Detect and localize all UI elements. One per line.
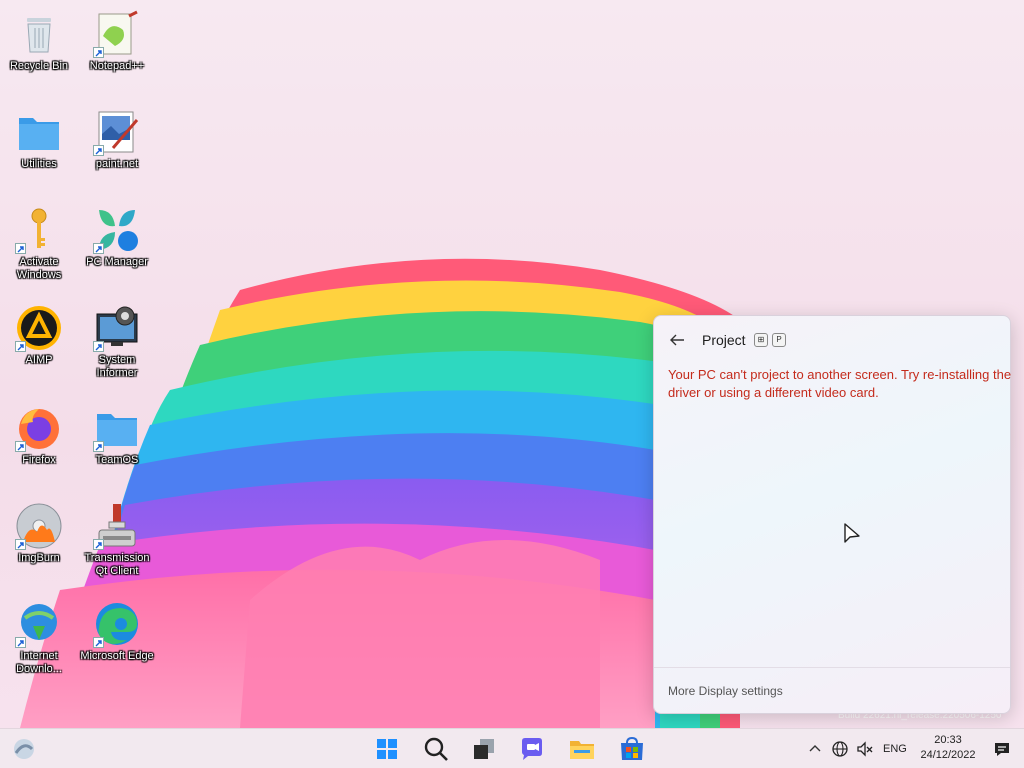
widgets-button[interactable] [10,735,38,763]
recycle-bin-icon [15,10,63,58]
network-button[interactable] [830,739,850,759]
chat-button[interactable] [518,735,546,763]
desktop-icon-transmission[interactable]: Transmission Qt Client [78,502,156,578]
clock-time: 20:33 [934,734,962,746]
desktop-icon-label: Utilities [21,158,57,170]
desktop-icon-imgburn[interactable]: ImgBurn [0,502,78,565]
shortcut-arrow-icon [15,243,26,254]
system-informer-icon [93,304,141,352]
desktop-icon-label: Firefox [22,454,56,466]
pc-manager-icon [93,206,141,254]
desktop-icon-teamos[interactable]: TeamOS [78,404,156,467]
start-button[interactable] [373,735,401,763]
shortcut-arrow-icon [15,341,26,352]
desktop-icon-label: Transmission Qt Client [84,552,150,577]
notepad-plus-plus-icon [93,10,141,58]
desktop-icon-system-informer[interactable]: System Informer [78,304,156,380]
shortcut-arrow-icon [93,341,104,352]
desktop-icon-recycle-bin[interactable]: Recycle Bin [0,10,78,73]
desktop-icon-internet-download-manager[interactable]: Internet Downlo... [0,600,78,676]
chevron-up-icon [809,745,821,752]
chat-icon [522,738,542,760]
taskbar: ENG 20:33 24/12/2022 [0,728,1024,768]
desktop-icon-label: AIMP [25,354,53,366]
shortcut-arrow-icon [15,637,26,648]
desktop-icon-activate-windows[interactable]: Activate Windows [0,206,78,282]
store-icon [621,736,643,760]
notification-center-button[interactable] [992,739,1012,759]
globe-icon [832,741,848,757]
internet-download-manager-icon [15,600,63,648]
desktop-icon-label: Activate Windows [16,256,62,281]
error-message: Your PC can't project to another screen.… [668,367,1012,400]
folder-icon [93,404,141,452]
desktop-icon-label: System Informer [96,354,138,379]
desktop-icon-paint-net[interactable]: paint.net [78,108,156,171]
desktop-icon-label: paint.net [95,158,139,170]
shortcut-arrow-icon [15,539,26,550]
desktop-icon-notepad-plus-plus[interactable]: Notepad++ [78,10,156,73]
paint-net-icon [93,108,141,156]
volume-muted-icon [857,741,873,757]
transmission-icon [93,502,141,550]
mouse-cursor-icon [844,523,860,543]
desktop: Recycle Bin Utilities Activate Windows A… [0,0,1024,728]
more-display-settings-link[interactable]: More Display settings [668,684,783,698]
clock[interactable]: 20:33 24/12/2022 [917,733,979,763]
volume-button[interactable] [855,739,875,759]
desktop-icon-pc-manager[interactable]: PC Manager [78,206,156,269]
store-button[interactable] [618,735,646,763]
desktop-icon-label: Notepad++ [89,60,145,72]
task-view-button[interactable] [470,735,498,763]
p-key-icon: P [772,333,786,347]
show-hidden-icons-button[interactable] [808,739,822,759]
divider [654,667,1010,668]
task-view-icon [474,739,494,759]
folder-icon [15,108,63,156]
desktop-icon-label: Recycle Bin [9,60,69,72]
panel-title: Project [702,332,746,348]
key-icon [15,206,63,254]
shortcut-arrow-icon [93,539,104,550]
project-panel: Project ⊞ P Your PC can't project to ano… [653,315,1011,714]
imgburn-icon [15,502,63,550]
aimp-icon [15,304,63,352]
desktop-icon-microsoft-edge[interactable]: Microsoft Edge [78,600,156,663]
shortcut-arrow-icon [93,243,104,254]
shortcut-arrow-icon [93,441,104,452]
back-button[interactable] [668,332,688,348]
microsoft-edge-icon [93,600,141,648]
language-indicator[interactable]: ENG [883,739,907,759]
widgets-icon [14,739,34,759]
shortcut-arrow-icon [93,47,104,58]
desktop-icon-aimp[interactable]: AIMP [0,304,78,367]
shortcut-arrow-icon [93,145,104,156]
desktop-icon-label: ImgBurn [18,552,60,564]
desktop-icon-label: TeamOS [95,454,139,466]
desktop-icon-firefox[interactable]: Firefox [0,404,78,467]
desktop-icon-label: Microsoft Edge [80,650,154,662]
start-icon [377,739,397,759]
search-icon [424,737,448,761]
windows-key-icon: ⊞ [754,333,768,347]
desktop-icon-utilities[interactable]: Utilities [0,108,78,171]
file-explorer-button[interactable] [568,735,596,763]
file-explorer-icon [570,741,594,759]
desktop-icon-label: PC Manager [86,256,148,268]
search-button[interactable] [422,735,450,763]
clock-date: 24/12/2022 [920,749,976,761]
notification-icon [995,743,1009,756]
shortcut-arrow-icon [15,441,26,452]
firefox-icon [15,404,63,452]
back-arrow-icon [670,334,684,346]
desktop-icon-label: Internet Downlo... [16,650,62,675]
shortcut-arrow-icon [93,637,104,648]
